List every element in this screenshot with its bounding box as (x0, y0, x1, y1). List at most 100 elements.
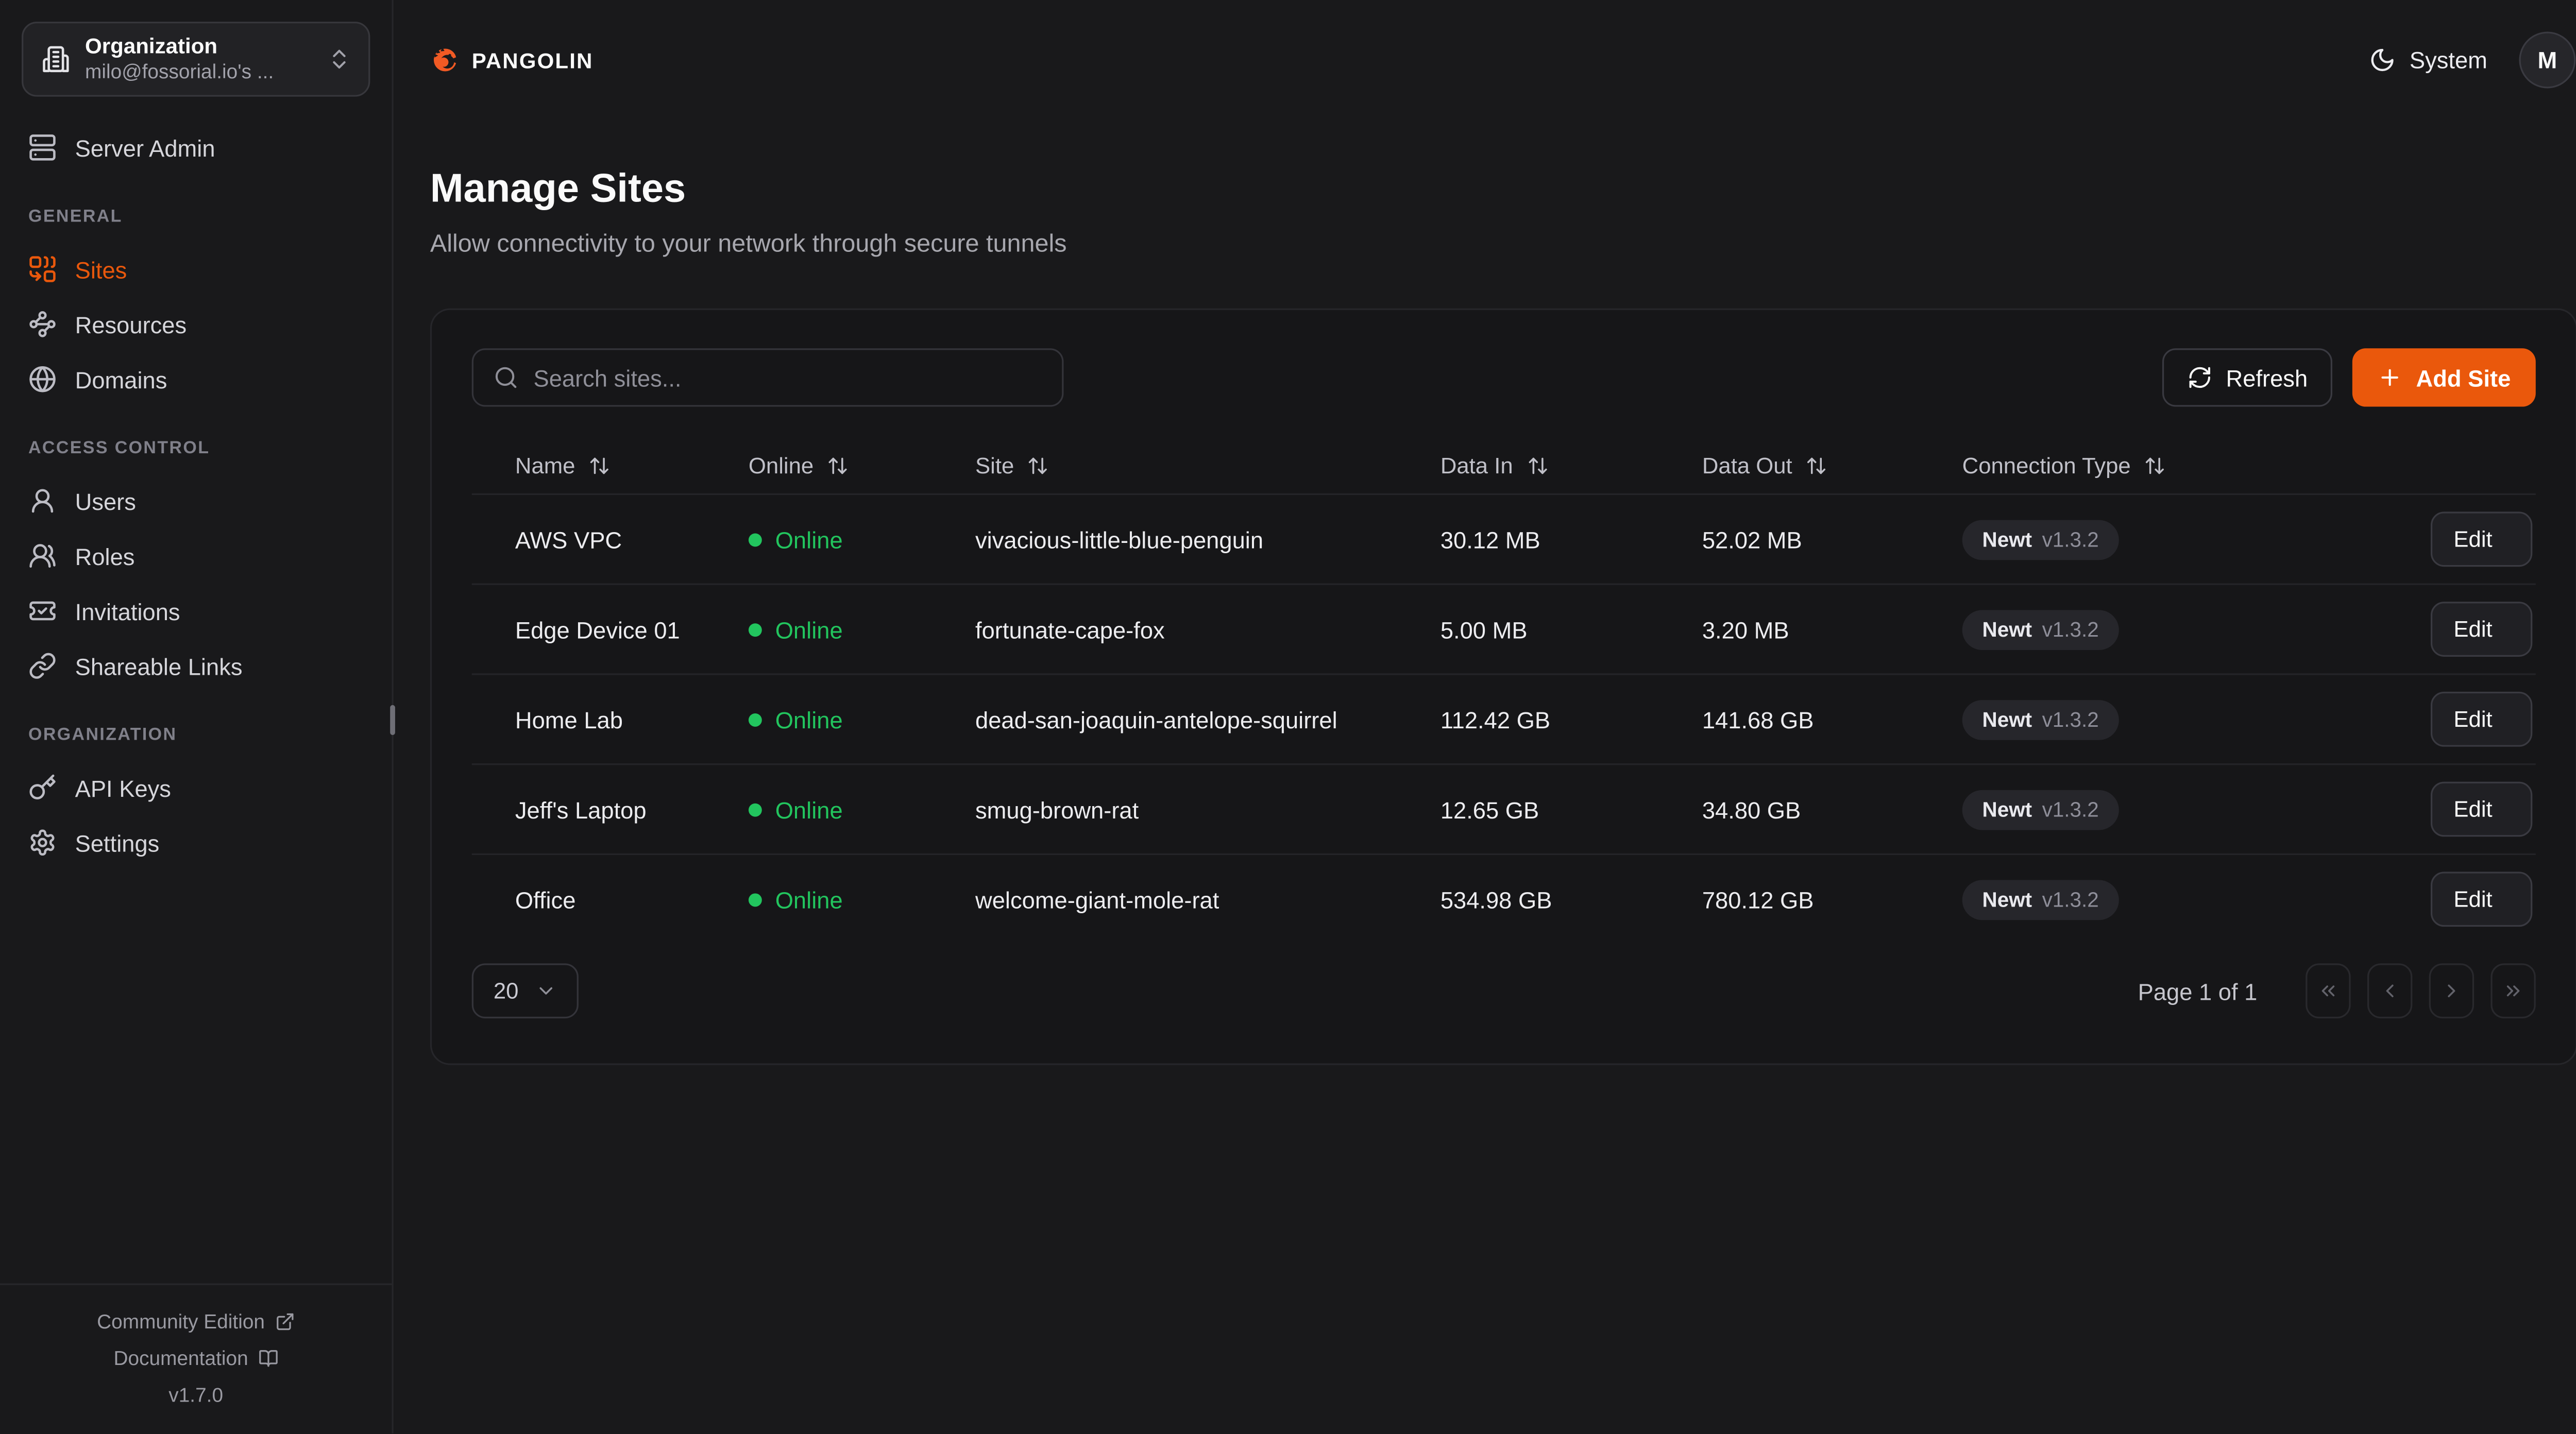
row-menu-button[interactable] (2379, 712, 2392, 726)
column-header-site[interactable]: Site (975, 453, 1440, 479)
sidebar-section-label: ORGANIZATION (22, 725, 370, 745)
site-status: Online (749, 526, 975, 553)
sites-toolbar: Refresh Add Site (472, 348, 2536, 406)
main-area: PANGOLIN System M Manage Sites Allow con… (394, 0, 2576, 1434)
sidebar-nav: Server Admin GENERALSitesResourcesDomain… (0, 107, 392, 870)
topbar-right: System M (2369, 31, 2575, 88)
pangolin-logo-icon (432, 47, 459, 74)
sidebar-item-shareable-links[interactable]: Shareable Links (22, 638, 370, 693)
page-size-select[interactable]: 20 (472, 963, 579, 1018)
row-menu-button[interactable] (2379, 623, 2392, 636)
site-tunnel-name: dead-san-joaquin-antelope-squirrel (975, 706, 1440, 732)
sidebar-item-users[interactable]: Users (22, 473, 370, 528)
org-selector-label: Organization (85, 33, 312, 60)
first-page-button[interactable] (2306, 963, 2350, 1018)
documentation-link[interactable]: Documentation (0, 1341, 392, 1377)
server-icon (28, 133, 57, 162)
org-selector-text: Organization milo@fossorial.io's ... (85, 33, 312, 85)
theme-toggle[interactable]: System (2369, 47, 2487, 74)
column-header-data-out[interactable]: Data Out (1702, 453, 1962, 479)
online-dot-icon (749, 533, 762, 546)
sidebar-item-domains[interactable]: Domains (22, 352, 370, 407)
table-row: Office Online welcome-giant-mole-rat 534… (472, 855, 2536, 944)
row-actions: Edit (2342, 872, 2535, 927)
building-icon (42, 45, 70, 73)
refresh-button[interactable]: Refresh (2163, 348, 2333, 406)
column-header-online[interactable]: Online (749, 453, 975, 479)
column-header-data-in[interactable]: Data In (1440, 453, 1702, 479)
avatar[interactable]: M (2519, 31, 2575, 88)
user-icon (28, 487, 57, 515)
connection-type-badge: Newt v1.3.2 (1962, 789, 2119, 829)
row-menu-button[interactable] (2379, 893, 2392, 906)
online-dot-icon (749, 893, 762, 906)
site-name: Edge Device 01 (515, 616, 749, 643)
site-data-in: 534.98 GB (1440, 886, 1702, 913)
sort-icon (2144, 455, 2166, 476)
sidebar-item-roles[interactable]: Roles (22, 528, 370, 584)
sidebar-item-api-keys[interactable]: API Keys (22, 760, 370, 815)
waypoints-icon (28, 310, 57, 338)
site-name: AWS VPC (515, 526, 749, 553)
sort-icon (827, 455, 849, 476)
sidebar-item-resources[interactable]: Resources (22, 297, 370, 352)
last-page-button[interactable] (2490, 963, 2535, 1018)
site-data-in: 112.42 GB (1440, 706, 1702, 732)
sidebar-item-server-admin[interactable]: Server Admin (22, 120, 370, 175)
edit-button[interactable]: Edit (2430, 782, 2532, 837)
site-data-in: 30.12 MB (1440, 526, 1702, 553)
edit-button[interactable]: Edit (2430, 511, 2532, 567)
row-menu-button[interactable] (2379, 533, 2392, 546)
site-status: Online (749, 886, 975, 913)
ticket-check-icon (28, 596, 57, 625)
site-name: Home Lab (515, 706, 749, 732)
chevrons-right-icon (2502, 980, 2524, 1002)
connection-type-cell: Newt v1.3.2 (1962, 609, 2343, 650)
connection-type-badge: Newt v1.3.2 (1962, 519, 2119, 559)
brand-logo[interactable]: PANGOLIN (432, 47, 593, 74)
column-header-name[interactable]: Name (515, 453, 749, 479)
book-open-icon (258, 1349, 278, 1369)
sidebar-item-invitations[interactable]: Invitations (22, 584, 370, 639)
online-dot-icon (749, 623, 762, 636)
theme-label: System (2410, 47, 2487, 74)
brand-name: PANGOLIN (472, 47, 594, 73)
sidebar-item-label: Server Admin (75, 134, 215, 161)
add-site-button[interactable]: Add Site (2353, 348, 2536, 406)
sidebar-item-label: Roles (75, 542, 135, 569)
gear-icon (28, 828, 57, 857)
sidebar-item-sites[interactable]: Sites (22, 242, 370, 297)
row-menu-button[interactable] (2379, 803, 2392, 816)
key-icon (28, 773, 57, 801)
edit-button[interactable]: Edit (2430, 692, 2532, 747)
site-status: Online (749, 796, 975, 823)
link-icon (28, 652, 57, 680)
site-status: Online (749, 616, 975, 643)
org-selector[interactable]: Organization milo@fossorial.io's ... (22, 22, 370, 97)
documentation-label: Documentation (113, 1341, 248, 1377)
moon-icon (2369, 47, 2396, 74)
sites-card: Refresh Add Site NameOnlineSiteData InDa… (430, 309, 2576, 1065)
next-page-button[interactable] (2429, 963, 2474, 1018)
sidebar-item-settings[interactable]: Settings (22, 815, 370, 870)
column-header-connection-type[interactable]: Connection Type (1962, 453, 2343, 479)
community-edition-link[interactable]: Community Edition (0, 1304, 392, 1341)
sidebar-footer: Community Edition Documentation v1.7.0 (0, 1284, 392, 1434)
community-edition-label: Community Edition (97, 1304, 265, 1341)
site-tunnel-name: smug-brown-rat (975, 796, 1440, 823)
sidebar-resize-handle[interactable] (389, 705, 395, 735)
site-data-in: 12.65 GB (1440, 796, 1702, 823)
sidebar: Organization milo@fossorial.io's ... Ser… (0, 0, 394, 1434)
edit-button[interactable]: Edit (2430, 602, 2532, 657)
table-row: Home Lab Online dead-san-joaquin-antelop… (472, 675, 2536, 765)
refresh-icon (2188, 365, 2213, 390)
search-input[interactable] (533, 364, 1042, 391)
page-subtitle: Allow connectivity to your network throu… (430, 228, 2576, 260)
row-actions: Edit (2342, 782, 2535, 837)
app-root: Organization milo@fossorial.io's ... Ser… (0, 0, 2576, 1434)
globe-icon (28, 365, 57, 394)
edit-button[interactable]: Edit (2430, 872, 2532, 927)
previous-page-button[interactable] (2367, 963, 2412, 1018)
page-indicator: Page 1 of 1 (2138, 978, 2258, 1004)
sidebar-sections: GENERALSitesResourcesDomainsACCESS CONTR… (22, 207, 370, 870)
